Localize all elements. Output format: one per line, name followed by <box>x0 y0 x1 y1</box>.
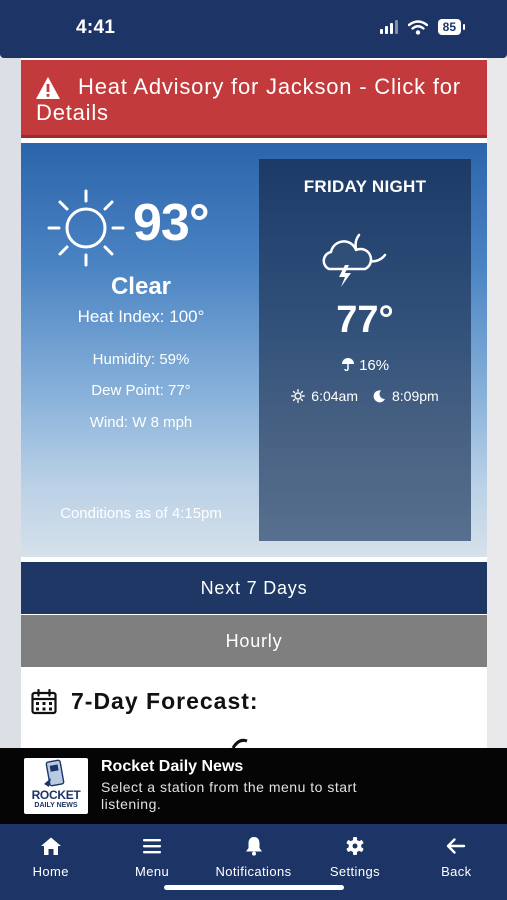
main-content: Heat Advisory for Jackson - Click for De… <box>21 58 487 748</box>
current-temperature: 93° <box>133 194 210 252</box>
conditions-timestamp: Conditions as of 4:15pm <box>60 505 222 522</box>
next-7-days-button[interactable]: Next 7 Days <box>21 562 487 614</box>
menu-icon <box>143 839 162 854</box>
umbrella-icon <box>341 358 354 372</box>
nav-home-label: Home <box>32 864 69 879</box>
station-subtitle: Select a station from the menu to start … <box>101 779 358 812</box>
battery-icon: 85 <box>437 19 466 35</box>
precip-value: 16% <box>359 357 390 374</box>
moon-icon <box>373 390 385 403</box>
precip-chance: 16% <box>259 357 471 374</box>
back-arrow-icon <box>447 838 466 854</box>
status-bar: 4:41 85 <box>0 0 507 58</box>
right-rail <box>487 58 507 748</box>
current-condition: Clear <box>110 273 172 300</box>
station-title: Rocket Daily News <box>101 758 244 775</box>
wifi-icon <box>407 19 428 35</box>
night-thunderstorm-icon <box>322 233 387 287</box>
sunrise-icon <box>291 389 306 403</box>
forecast-icon-peek <box>231 738 248 748</box>
nav-home[interactable]: Home <box>0 824 101 900</box>
home-indicator <box>164 885 344 890</box>
sun-times: 6:04am 8:09pm <box>259 388 471 404</box>
cellular-signal-icon <box>379 20 398 34</box>
tonight-label: FRIDAY NIGHT <box>303 177 427 196</box>
tonight-temperature: 77° <box>336 299 394 341</box>
nav-notifications-label: Notifications <box>215 864 292 879</box>
current-conditions-panel: 93° Clear Heat Index: 100° Humidity: 59%… <box>21 143 487 557</box>
heat-index: Heat Index: 100° <box>77 307 205 326</box>
hourly-button[interactable]: Hourly <box>21 615 487 667</box>
tonight-card: FRIDAY NIGHT 77° 16% 6:04am 8:09pm <box>259 159 471 541</box>
gear-icon <box>346 837 364 855</box>
forecast-title: 7-Day Forecast: <box>71 688 259 714</box>
humidity: Humidity: 59% <box>92 351 190 368</box>
logo-line-2: DAILY NEWS <box>34 802 78 809</box>
station-logo: ROCKET DAILY NEWS <box>24 758 88 814</box>
status-icons: 85 <box>379 19 466 35</box>
rocket-icon <box>44 759 65 787</box>
calendar-icon <box>31 688 57 714</box>
forecast-header: 7-Day Forecast: <box>31 688 259 715</box>
nav-back-label: Back <box>441 864 472 879</box>
nav-back[interactable]: Back <box>406 824 507 900</box>
alert-text: Heat Advisory for Jackson - Click for De… <box>36 74 461 125</box>
heat-advisory-banner[interactable]: Heat Advisory for Jackson - Click for De… <box>21 60 487 138</box>
sunrise-time: 6:04am <box>311 388 358 404</box>
now-playing-bar[interactable]: ROCKET DAILY NEWS Rocket Daily News Sele… <box>0 748 507 824</box>
wind: Wind: W 8 mph <box>89 414 193 431</box>
home-icon <box>40 837 61 855</box>
nav-menu-label: Menu <box>135 864 170 879</box>
sunset-time: 8:09pm <box>392 388 439 404</box>
left-rail <box>0 58 21 748</box>
nav-settings-label: Settings <box>329 864 381 879</box>
dew-point: Dew Point: 77° <box>91 382 191 399</box>
sun-icon <box>47 189 125 267</box>
bell-icon <box>245 837 262 856</box>
status-time: 4:41 <box>76 17 116 38</box>
logo-line-1: ROCKET <box>31 788 81 802</box>
